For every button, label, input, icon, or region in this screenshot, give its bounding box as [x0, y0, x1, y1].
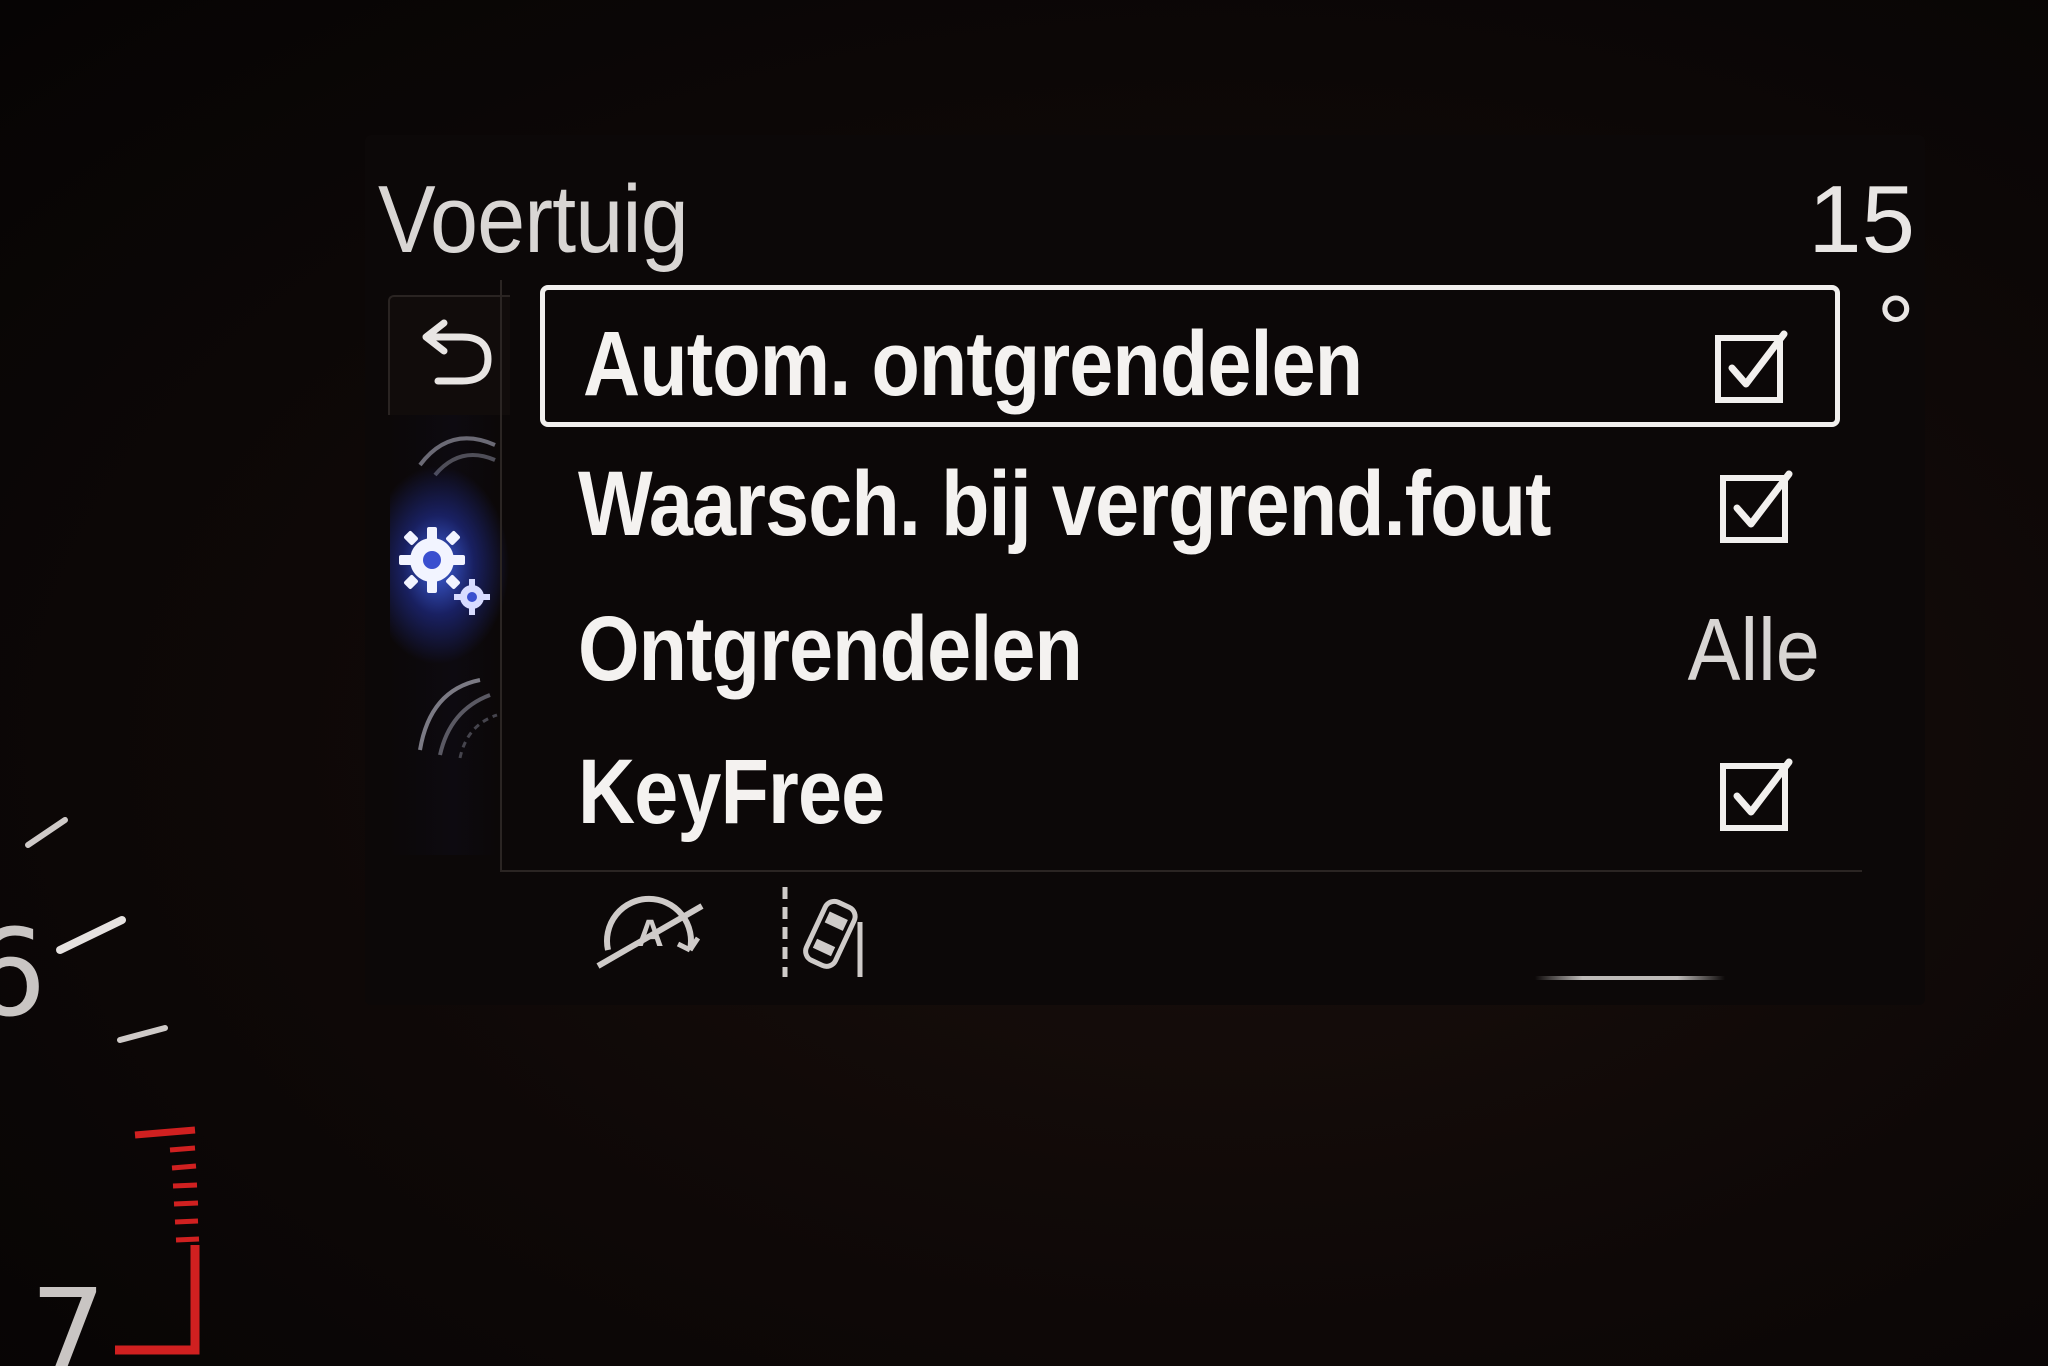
- menu-item-lock-error-warning[interactable]: Waarsch. bij vergrend.fout: [540, 430, 1840, 572]
- redline-zone: [115, 1126, 200, 1355]
- gauge-number-6: 6: [0, 905, 47, 1044]
- menu-item-auto-unlock[interactable]: Autom. ontgrendelen: [540, 285, 1840, 427]
- menu-item-label: Waarsch. bij vergrend.fout: [578, 453, 1552, 555]
- gauge-tick: [56, 916, 126, 954]
- instrument-cluster: 6 7 Voertuig 15 ° Autom. ontgrendelen Wa…: [0, 0, 2048, 1366]
- menu-item-label: KeyFree: [578, 741, 885, 843]
- lane-keeping-icon: [782, 887, 863, 977]
- settings-gears-icon[interactable]: [390, 515, 500, 625]
- auto-start-stop-off-icon: A: [596, 895, 704, 969]
- menu-item-unlock-mode[interactable]: Ontgrendelen Alle: [540, 575, 1840, 717]
- menu-item-label: Ontgrendelen: [578, 598, 1083, 700]
- back-arrow-icon[interactable]: [410, 315, 500, 395]
- carousel-item-icon: [418, 678, 498, 759]
- gauge-tick: [25, 817, 68, 848]
- checkbox-checked-icon[interactable]: [1719, 756, 1795, 832]
- checkbox-checked-icon[interactable]: [1714, 328, 1790, 404]
- gauge-number-7: 7: [30, 1265, 107, 1366]
- menu-item-label: Autom. ontgrendelen: [583, 313, 1363, 415]
- checkbox-checked-icon[interactable]: [1719, 468, 1795, 544]
- page-indicator: [1535, 976, 1725, 980]
- menu-item-keyfree[interactable]: KeyFree: [540, 718, 1840, 860]
- gauge-tick: [117, 1025, 168, 1043]
- menu-item-value: Alle: [1687, 600, 1820, 699]
- page-title: Voertuig: [378, 166, 689, 273]
